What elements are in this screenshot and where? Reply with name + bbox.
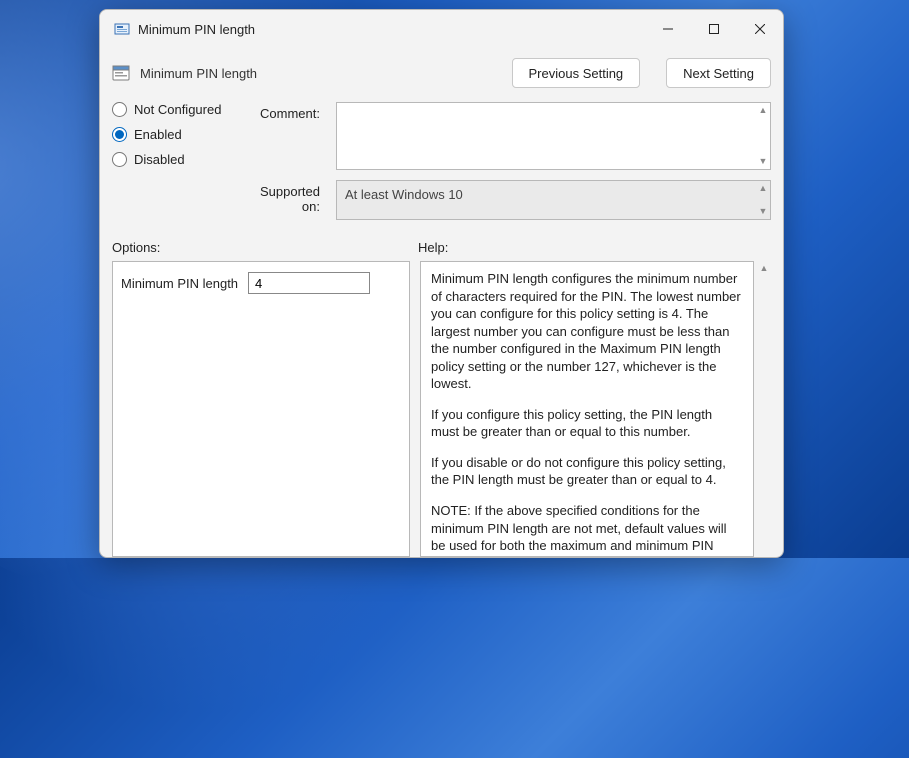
maximize-icon — [709, 24, 719, 34]
radio-enabled-input[interactable] — [112, 127, 127, 142]
header-row: Minimum PIN length Previous Setting Next… — [112, 58, 771, 88]
help-panel: Minimum PIN length configures the minimu… — [420, 261, 754, 557]
comment-supported-column: Comment: ▲ ▼ Supported on: At least Wind… — [246, 102, 771, 220]
radio-not-configured-label: Not Configured — [134, 102, 221, 117]
option-field-label: Minimum PIN length — [121, 276, 238, 291]
help-paragraph: If you disable or do not configure this … — [431, 454, 743, 489]
close-icon — [755, 24, 765, 34]
config-area: Not Configured Enabled Disabled Comment:… — [112, 102, 771, 220]
policy-icon — [112, 64, 130, 82]
help-scrollbar[interactable]: ▲ — [757, 261, 771, 557]
supported-value: At least Windows 10 — [345, 187, 463, 202]
next-setting-button[interactable]: Next Setting — [666, 58, 771, 88]
content-area: Minimum PIN length Previous Setting Next… — [100, 48, 783, 557]
help-paragraph: If you configure this policy setting, th… — [431, 406, 743, 441]
scroll-up-icon[interactable]: ▲ — [758, 106, 768, 115]
comment-label: Comment: — [246, 102, 336, 170]
app-icon — [114, 21, 130, 37]
help-wrap: Minimum PIN length configures the minimu… — [420, 261, 771, 557]
panels-header: Options: Help: — [112, 240, 771, 255]
scroll-up-icon[interactable]: ▲ — [757, 263, 771, 273]
help-header: Help: — [418, 240, 448, 255]
radio-disabled-input[interactable] — [112, 152, 127, 167]
radio-not-configured[interactable]: Not Configured — [112, 102, 232, 117]
radio-enabled[interactable]: Enabled — [112, 127, 232, 142]
supported-label: Supported on: — [246, 180, 336, 220]
scroll-down-icon[interactable]: ▼ — [758, 207, 768, 216]
comment-textarea[interactable]: ▲ ▼ — [336, 102, 771, 170]
scroll-up-icon[interactable]: ▲ — [758, 184, 768, 193]
scroll-down-icon[interactable]: ▼ — [758, 157, 768, 166]
minimize-button[interactable] — [645, 10, 691, 48]
minimize-icon — [663, 24, 673, 34]
radio-not-configured-input[interactable] — [112, 102, 127, 117]
titlebar: Minimum PIN length — [100, 10, 783, 48]
min-pin-length-input[interactable] — [249, 273, 437, 293]
panels-row: Minimum PIN length ▲ ▼ Minimum PIN lengt… — [112, 261, 771, 557]
radio-disabled[interactable]: Disabled — [112, 152, 232, 167]
state-radio-group: Not Configured Enabled Disabled — [112, 102, 232, 220]
help-paragraph: Minimum PIN length configures the minimu… — [431, 270, 743, 393]
close-button[interactable] — [737, 10, 783, 48]
radio-disabled-label: Disabled — [134, 152, 185, 167]
options-header: Options: — [112, 240, 418, 255]
window-title: Minimum PIN length — [138, 22, 255, 37]
min-pin-length-spinner[interactable]: ▲ ▼ — [248, 272, 370, 294]
policy-subtitle: Minimum PIN length — [140, 66, 257, 81]
maximize-button[interactable] — [691, 10, 737, 48]
help-paragraph: NOTE: If the above specified conditions … — [431, 502, 743, 557]
policy-editor-window: Minimum PIN length Minimum PIN length Pr… — [99, 9, 784, 558]
radio-enabled-label: Enabled — [134, 127, 182, 142]
options-panel: Minimum PIN length ▲ ▼ — [112, 261, 410, 557]
option-row: Minimum PIN length ▲ ▼ — [121, 272, 401, 294]
previous-setting-button[interactable]: Previous Setting — [512, 58, 641, 88]
supported-on-box: At least Windows 10 ▲ ▼ — [336, 180, 771, 220]
